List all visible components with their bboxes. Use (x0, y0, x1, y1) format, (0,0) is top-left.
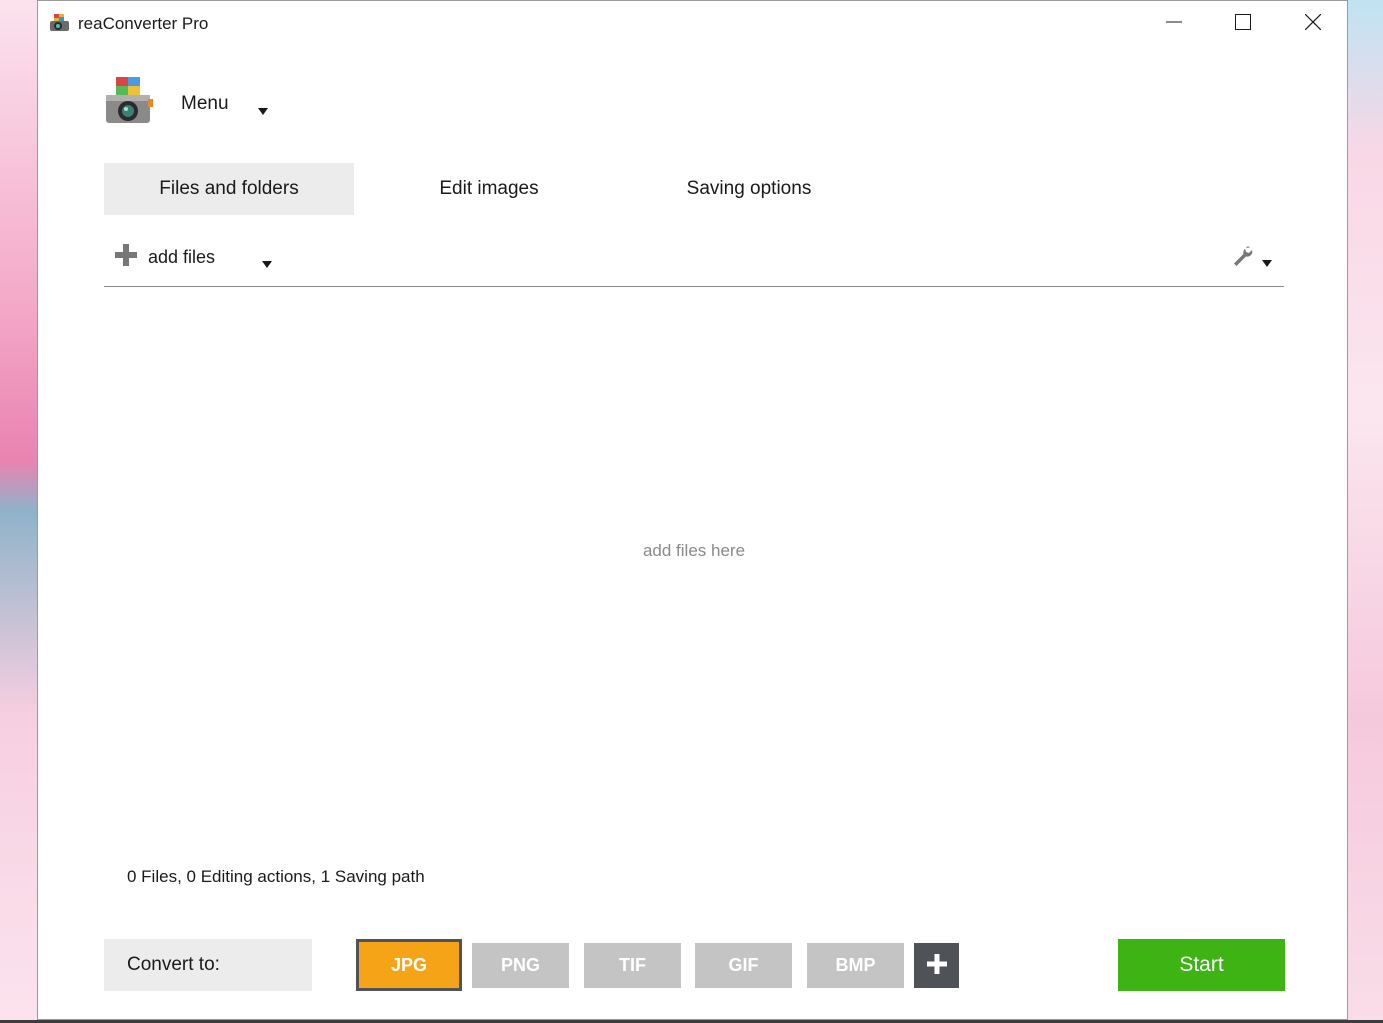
camera-logo-icon (104, 75, 154, 127)
format-button-bmp[interactable]: BMP (807, 943, 904, 988)
window-title: reaConverter Pro (78, 14, 209, 33)
minimize-icon (1166, 14, 1182, 34)
maximize-icon (1235, 14, 1251, 34)
add-format-button[interactable] (914, 943, 959, 988)
files-toolbar: add files (104, 237, 1284, 287)
chevron-down-icon (258, 100, 268, 119)
plus-icon[interactable] (115, 244, 137, 270)
add-files-button[interactable]: add files (148, 247, 215, 268)
maximize-button[interactable] (1208, 1, 1278, 47)
chevron-down-icon[interactable] (1262, 252, 1272, 271)
file-drop-zone[interactable]: add files here (104, 287, 1284, 817)
tab-files-and-folders[interactable]: Files and folders (104, 163, 354, 215)
wrench-icon[interactable] (1230, 244, 1254, 272)
tab-edit-images[interactable]: Edit images (364, 163, 614, 215)
format-button-gif[interactable]: GIF (695, 943, 792, 988)
format-button-tif[interactable]: TIF (584, 943, 681, 988)
menu-label: Menu (181, 93, 229, 114)
start-button[interactable]: Start (1118, 939, 1285, 991)
desktop-wallpaper-right (1348, 0, 1383, 1023)
tab-saving-options[interactable]: Saving options (624, 163, 874, 215)
desktop-wallpaper-left (0, 0, 38, 1023)
app-window: reaConverter Pro Menu Files and folders … (37, 0, 1348, 1020)
format-button-jpg[interactable]: JPG (356, 939, 462, 991)
title-bar: reaConverter Pro (38, 1, 1347, 47)
convert-to-label-box: Convert to: (104, 939, 312, 991)
close-button[interactable] (1278, 1, 1348, 47)
status-summary: 0 Files, 0 Editing actions, 1 Saving pat… (127, 867, 425, 886)
convert-to-label: Convert to: (127, 954, 220, 975)
format-button-png[interactable]: PNG (472, 943, 569, 988)
camera-app-icon (49, 13, 70, 33)
chevron-down-icon[interactable] (262, 253, 272, 272)
minimize-button[interactable] (1139, 1, 1209, 47)
close-icon (1304, 13, 1322, 34)
plus-icon (926, 953, 947, 978)
drop-zone-hint: add files here (642, 541, 746, 560)
